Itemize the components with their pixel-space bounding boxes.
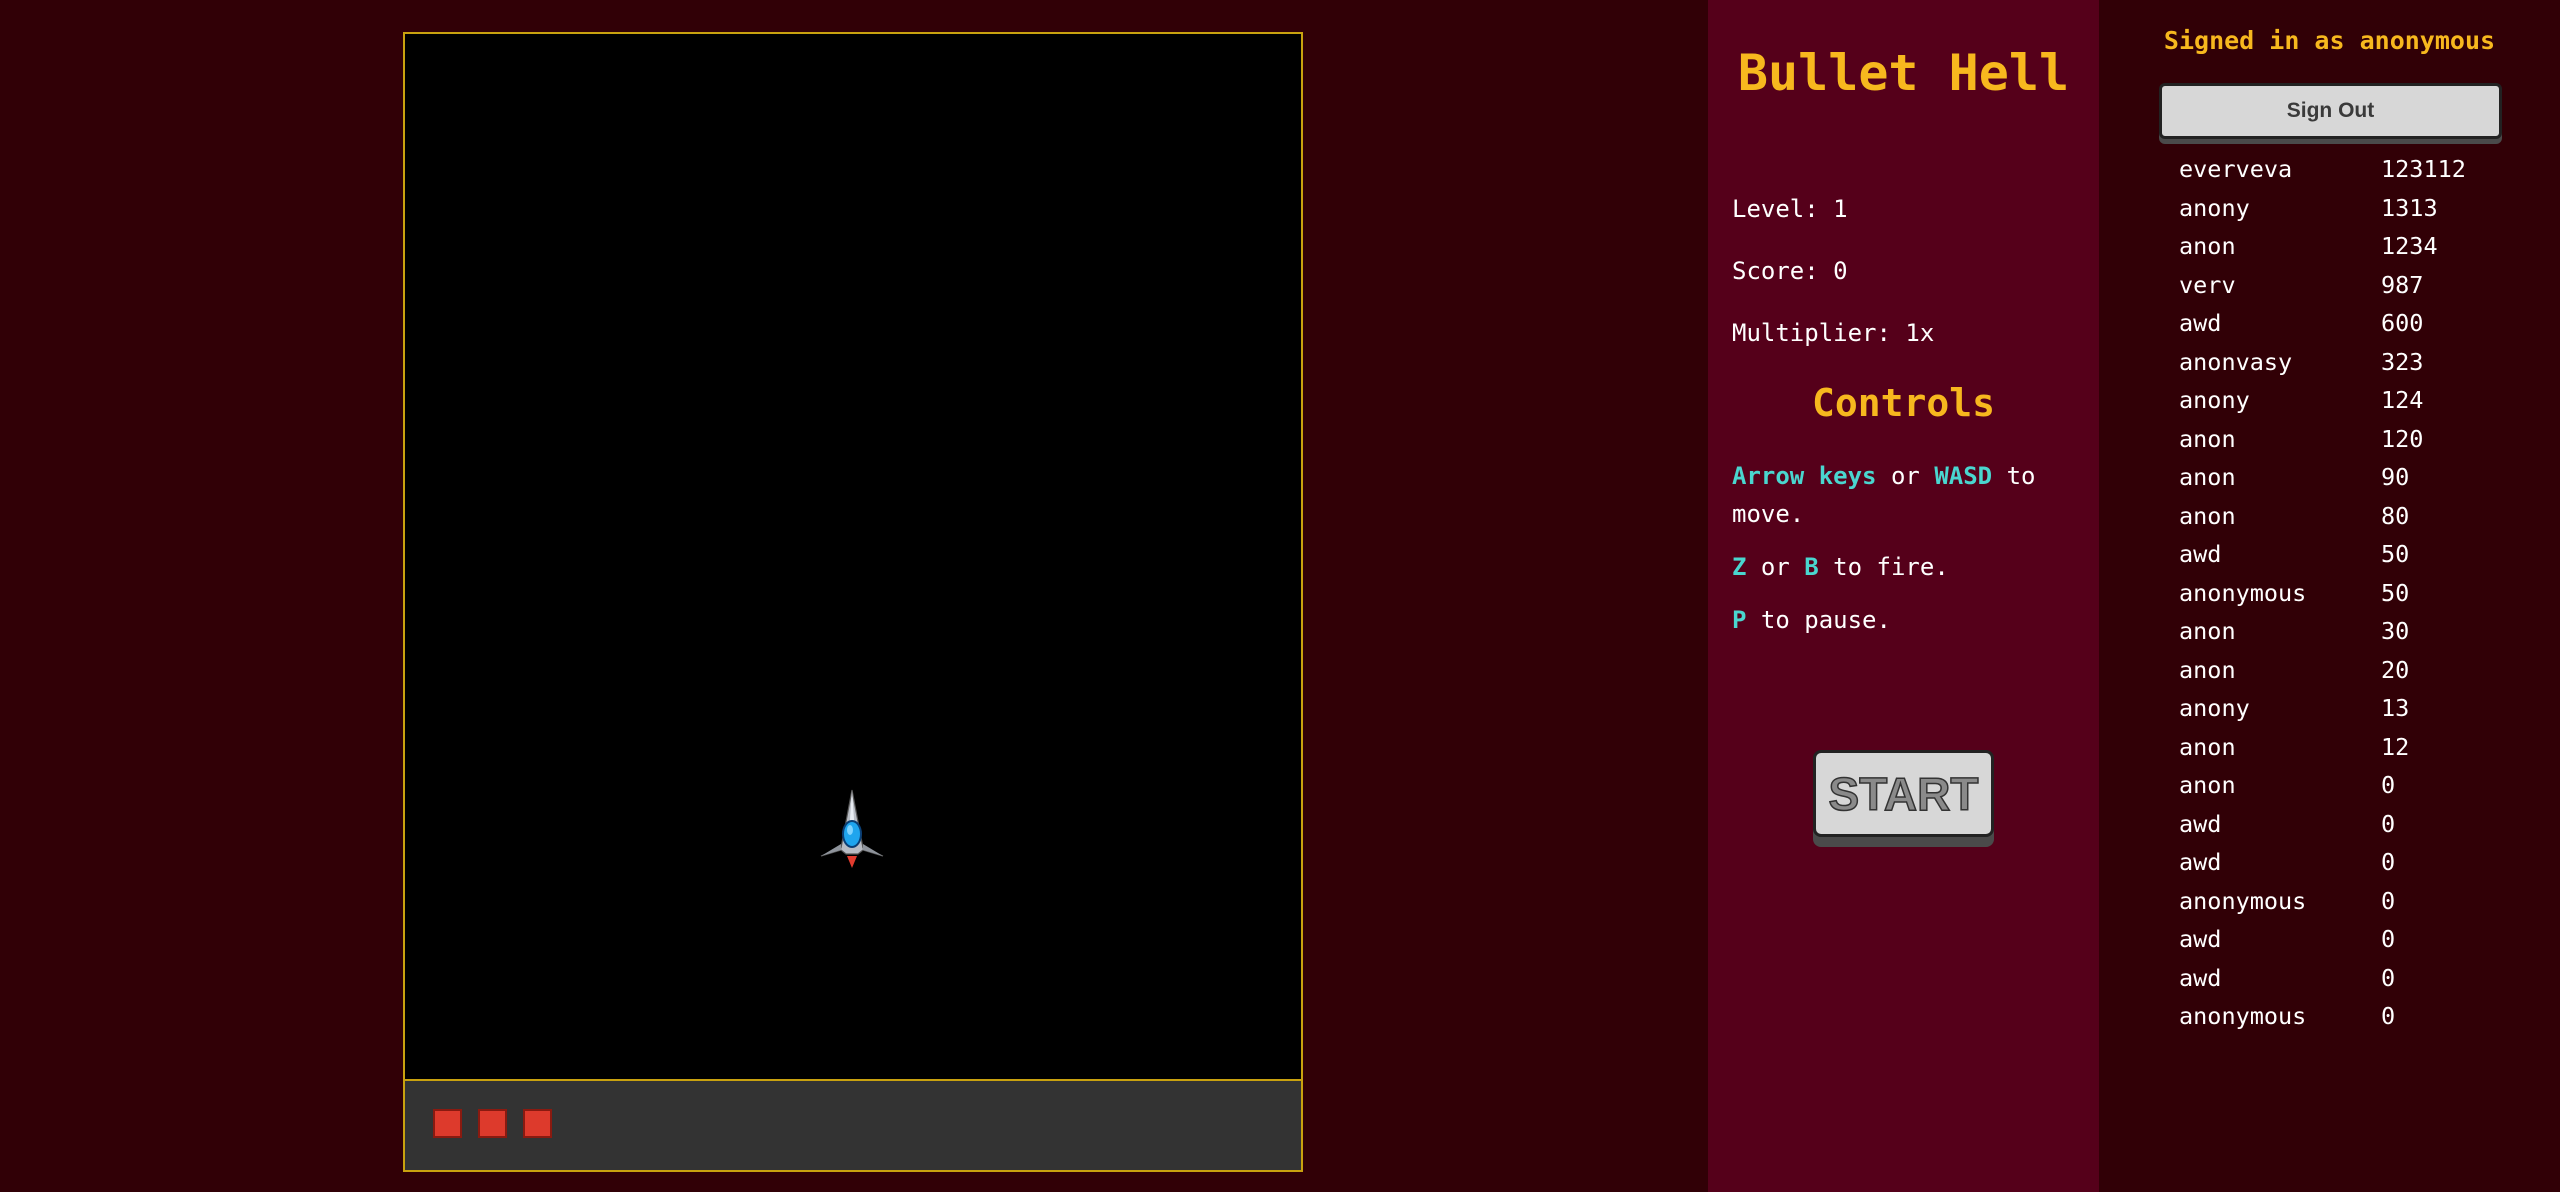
leaderboard-score: 0 [2381, 809, 2396, 838]
level-display: Level: 1 [1732, 195, 1848, 223]
key-p: P [1732, 606, 1747, 634]
leaderboard-score: 0 [2381, 771, 2396, 799]
leaderboard-name: anon [2179, 655, 2236, 684]
leaderboard-score: 90 [2381, 463, 2410, 491]
controls-heading: Controls [1811, 381, 1996, 425]
leaderboard-score: 20 [2381, 655, 2410, 684]
leaderboard-name: anon [2179, 617, 2236, 645]
leaderboard-score: 0 [2381, 886, 2396, 915]
spaceship-icon [820, 789, 884, 868]
leaderboard-score: 323 [2381, 347, 2424, 376]
leaderboard-name: anon [2179, 732, 2236, 761]
controls-or-text: or [1760, 553, 1790, 581]
leaderboard-name: awd [2179, 925, 2222, 953]
controls-fire: Z or B to fire. [1732, 548, 2082, 586]
leaderboard-row: anon 120 [2179, 420, 2466, 459]
leaderboard: everveva 123112 anony 1313 anon 1234 verv 987 aw… [2179, 150, 2466, 1036]
leaderboard-name: awd [2179, 963, 2222, 992]
multiplier-display: Multiplier: 1x [1732, 319, 1935, 347]
leaderboard-score: 13 [2381, 694, 2410, 722]
leaderboard-score: 124 [2381, 386, 2424, 414]
sign-out-button[interactable]: Sign Out [2159, 83, 2502, 139]
leaderboard-name: awd [2179, 309, 2222, 337]
leaderboard-name: awd [2179, 809, 2222, 838]
leaderboard-score: 1313 [2381, 193, 2438, 222]
leaderboard-row: anonvasy 323 [2179, 343, 2466, 382]
leaderboard-name: awd [2179, 848, 2222, 876]
key-b: B [1804, 553, 1819, 581]
leaderboard-name: anon [2179, 501, 2236, 530]
leaderboard-row: anon 20 [2179, 651, 2466, 690]
leaderboard-row: anonymous 50 [2179, 574, 2466, 613]
start-button[interactable]: START [1813, 750, 1994, 837]
account-panel: Signed in as anonymous Sign Out everveva… [2099, 0, 2560, 1192]
leaderboard-row: anony 1313 [2179, 189, 2466, 228]
leaderboard-row: verv 987 [2179, 266, 2466, 305]
leaderboard-name: anon [2179, 771, 2236, 799]
leaderboard-row: awd 0 [2179, 959, 2466, 998]
leaderboard-row: anon 30 [2179, 612, 2466, 651]
leaderboard-row: anon 80 [2179, 497, 2466, 536]
leaderboard-row: anon 12 [2179, 728, 2466, 767]
leaderboard-row: anonymous 0 [2179, 997, 2466, 1036]
game-frame [403, 32, 1303, 1172]
leaderboard-name: anon [2179, 463, 2236, 491]
signed-in-status: Signed in as anonymous [2163, 26, 2496, 55]
side-panel: Bullet Hell Level: 1 Score: 0 Multiplier… [1708, 0, 2099, 1192]
life-square-icon [478, 1109, 507, 1138]
leaderboard-row: anonymous 0 [2179, 882, 2466, 921]
leaderboard-score: 80 [2381, 501, 2410, 530]
leaderboard-name: anon [2179, 424, 2236, 453]
lives-bar [405, 1079, 1301, 1170]
leaderboard-score: 123112 [2381, 155, 2466, 183]
leaderboard-name: anony [2179, 694, 2250, 722]
leaderboard-name: anon [2179, 232, 2236, 260]
controls-or-text: or [1890, 462, 1920, 490]
leaderboard-name: anonymous [2179, 1002, 2307, 1030]
leaderboard-name: anony [2179, 386, 2250, 414]
leaderboard-row: awd 0 [2179, 805, 2466, 844]
leaderboard-name: anonymous [2179, 886, 2307, 915]
leaderboard-score: 0 [2381, 963, 2396, 992]
leaderboard-score: 0 [2381, 848, 2396, 876]
leaderboard-score: 50 [2381, 578, 2410, 607]
leaderboard-score: 600 [2381, 309, 2424, 337]
leaderboard-name: anony [2179, 193, 2250, 222]
controls-pause: P to pause. [1732, 601, 2082, 639]
leaderboard-name: awd [2179, 540, 2222, 568]
leaderboard-row: anony 13 [2179, 689, 2466, 728]
leaderboard-score: 987 [2381, 270, 2424, 299]
leaderboard-row: anon 0 [2179, 766, 2466, 805]
leaderboard-row: awd 600 [2179, 304, 2466, 343]
key-arrow-keys: Arrow keys [1732, 462, 1877, 490]
leaderboard-row: anon 90 [2179, 458, 2466, 497]
leaderboard-name: anonvasy [2179, 347, 2293, 376]
leaderboard-score: 0 [2381, 925, 2396, 953]
leaderboard-score: 120 [2381, 424, 2424, 453]
leaderboard-score: 0 [2381, 1002, 2396, 1030]
leaderboard-row: awd 0 [2179, 843, 2466, 882]
leaderboard-row: awd 50 [2179, 535, 2466, 574]
key-wasd: WASD [1934, 462, 1993, 490]
leaderboard-name: verv [2179, 270, 2236, 299]
key-z: Z [1732, 553, 1747, 581]
controls-fire-text: to fire. [1833, 553, 1949, 581]
leaderboard-score: 30 [2381, 617, 2410, 645]
leaderboard-score: 1234 [2381, 232, 2438, 260]
leaderboard-name: everveva [2179, 155, 2293, 183]
leaderboard-row: awd 0 [2179, 920, 2466, 959]
life-square-icon [433, 1109, 462, 1138]
leaderboard-score: 50 [2381, 540, 2410, 568]
leaderboard-row: everveva 123112 [2179, 150, 2466, 189]
leaderboard-score: 12 [2381, 732, 2410, 761]
leaderboard-name: anonymous [2179, 578, 2307, 607]
score-display: Score: 0 [1732, 257, 1848, 285]
leaderboard-row: anon 1234 [2179, 227, 2466, 266]
life-square-icon [523, 1109, 552, 1138]
leaderboard-row: anony 124 [2179, 381, 2466, 420]
game-title: Bullet Hell [1737, 44, 2070, 102]
controls-pause-text: to pause. [1760, 606, 1891, 634]
game-canvas[interactable] [405, 34, 1301, 1083]
controls-move: Arrow keys or WASD to move. [1732, 457, 2082, 533]
